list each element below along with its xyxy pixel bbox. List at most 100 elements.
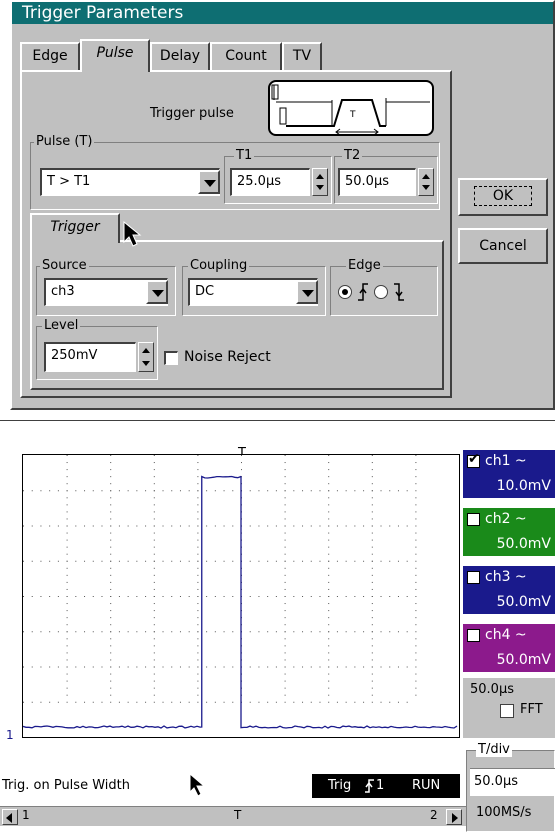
grid-dot	[40, 596, 41, 597]
grid-dot	[145, 667, 146, 668]
grid-dot	[381, 561, 382, 562]
grid-dot	[84, 667, 85, 668]
level-spin-down-icon[interactable]	[142, 361, 150, 366]
grid-dot	[67, 617, 68, 618]
grid-dot	[372, 596, 373, 597]
level-spinner[interactable]	[138, 342, 154, 372]
grid-dot	[154, 624, 155, 625]
edge-rising-radio[interactable]	[338, 285, 352, 299]
grid-dot	[389, 561, 390, 562]
grid-dot	[337, 596, 338, 597]
grid-dot	[110, 659, 111, 660]
grid-dot	[328, 554, 329, 555]
grid-dot	[328, 547, 329, 548]
t2-spin-up-icon[interactable]	[422, 174, 430, 179]
scroll-right-button[interactable]	[446, 809, 462, 825]
ch1-header[interactable]: ✔ ch1 ~	[463, 450, 555, 474]
grid-dot	[67, 702, 68, 703]
tab-pulse[interactable]: Pulse	[80, 39, 150, 72]
t1-spin-down-icon[interactable]	[316, 185, 324, 190]
grid-dot	[110, 462, 111, 463]
grid-dot	[346, 490, 347, 491]
grid-dot	[154, 504, 155, 505]
time-scrollbar[interactable]: 1 T 2	[0, 806, 466, 826]
t2-input[interactable]: 50.0µs	[338, 168, 416, 196]
grid-dot	[67, 575, 68, 576]
source-dropdown-button[interactable]	[146, 280, 168, 304]
grid-dot	[197, 561, 198, 562]
tab-count[interactable]: Count	[210, 42, 282, 70]
waveform-plot[interactable]	[22, 454, 460, 738]
t2-spin-down-icon[interactable]	[422, 185, 430, 190]
coupling-dropdown-button[interactable]	[296, 280, 318, 304]
grid-dot	[197, 547, 198, 548]
grid-dot	[372, 490, 373, 491]
tab-delay[interactable]: Delay	[150, 42, 210, 70]
grid-dot	[346, 702, 347, 703]
grid-dot	[328, 462, 329, 463]
grid-dot	[276, 667, 277, 668]
pulse-group-label: Pulse (T)	[34, 135, 94, 149]
ch3-name: ch3 ~	[485, 569, 527, 585]
tdiv-input[interactable]: 50.0µs	[470, 768, 555, 796]
pulse-condition-value: T > T1	[47, 174, 90, 189]
noise-reject-checkbox[interactable]	[164, 351, 178, 365]
ch2-scale[interactable]: 50.0mV	[463, 532, 555, 556]
ch4-scale[interactable]: 50.0mV	[463, 648, 555, 672]
grid-dot	[407, 490, 408, 491]
grid-dot	[23, 561, 24, 562]
tab-edge[interactable]: Edge	[20, 42, 80, 70]
grid-dot	[415, 547, 416, 548]
grid-dot	[241, 462, 242, 463]
t1-input[interactable]: 25.0µs	[230, 168, 310, 196]
ch2-checkbox[interactable]	[467, 513, 480, 526]
ch3-header[interactable]: ch3 ~	[463, 566, 555, 590]
grid-dot	[163, 490, 164, 491]
grid-dot	[40, 490, 41, 491]
cancel-button[interactable]: Cancel	[458, 228, 548, 264]
grid-dot	[346, 526, 347, 527]
level-spin-up-icon[interactable]	[142, 348, 150, 353]
t2-spinner[interactable]	[418, 168, 434, 196]
grid-dot	[163, 631, 164, 632]
t2-value: 50.0µs	[345, 174, 389, 189]
tab-tv[interactable]: TV	[282, 42, 322, 70]
grid-dot	[197, 624, 198, 625]
ch4-header[interactable]: ch4 ~	[463, 624, 555, 648]
grid-dot	[75, 561, 76, 562]
grid-dot	[232, 631, 233, 632]
ch3-scale[interactable]: 50.0mV	[463, 590, 555, 614]
grid-dot	[197, 554, 198, 555]
grid-dot	[67, 645, 68, 646]
grid-dot	[197, 589, 198, 590]
grid-dot	[328, 490, 329, 491]
pulse-condition-select[interactable]: T > T1	[40, 168, 220, 196]
grid-dot	[67, 589, 68, 590]
ok-button[interactable]: OK	[458, 178, 548, 216]
t1-spin-up-icon[interactable]	[316, 174, 324, 179]
ch1-scale[interactable]: 10.0mV	[463, 474, 555, 498]
ch4-checkbox[interactable]	[467, 629, 480, 642]
ch3-checkbox[interactable]	[467, 571, 480, 584]
grid-dot	[189, 667, 190, 668]
fft-checkbox[interactable]	[500, 704, 514, 718]
edge-falling-radio[interactable]	[374, 285, 388, 299]
grid-dot	[189, 596, 190, 597]
grid-dot	[197, 631, 198, 632]
ch2-header[interactable]: ch2 ~	[463, 508, 555, 532]
t1-spinner[interactable]	[312, 168, 328, 196]
grid-dot	[372, 511, 373, 512]
grid-dot	[293, 490, 294, 491]
scroll-left-button[interactable]	[2, 809, 18, 825]
grid-dot	[302, 561, 303, 562]
grid-dot	[328, 702, 329, 703]
level-input[interactable]: 250mV	[44, 342, 136, 372]
grid-dot	[415, 674, 416, 675]
pulse-condition-dropdown-button[interactable]	[198, 170, 220, 194]
grid-dot	[398, 667, 399, 668]
grid-dot	[67, 681, 68, 682]
grid-dot	[110, 610, 111, 611]
grid-dot	[285, 511, 286, 512]
grid-dot	[293, 702, 294, 703]
tab-trigger[interactable]: Trigger	[30, 213, 120, 243]
